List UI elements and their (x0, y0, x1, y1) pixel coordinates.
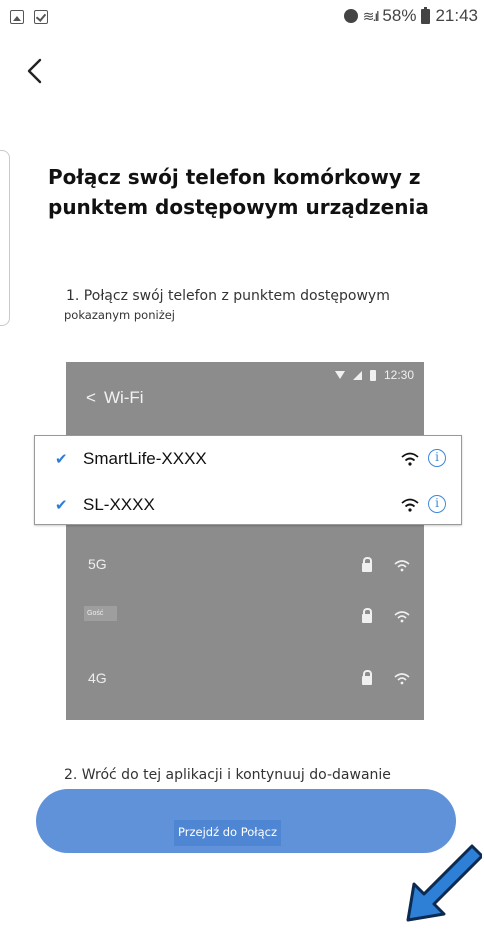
go-to-connect-label: Przejdź do Połącz (174, 820, 281, 846)
network-row: 5G (88, 556, 107, 572)
wifi-settings-illustration: 12:30 < Wi-Fi 5G Gość 4G (66, 362, 424, 720)
lock-icon (362, 608, 372, 623)
wifi-signal-icon: ≋.ıl (362, 7, 380, 24)
lock-icon (362, 670, 372, 685)
lock-icon (362, 557, 372, 572)
wifi-status-icon (334, 371, 345, 379)
page-title: Połącz swój telefon komórkowy z punktem … (48, 165, 429, 219)
network-name: SL-XXXX (83, 495, 155, 514)
battery-icon (421, 6, 431, 24)
network-row: Gość (84, 606, 118, 621)
cell-signal-icon (352, 370, 362, 380)
image-icon (10, 10, 24, 24)
info-icon: i (428, 495, 446, 513)
wifi-icon (394, 560, 410, 572)
checkbox-icon (34, 10, 48, 24)
network-row: 4G (88, 670, 107, 686)
check-icon: ✔ (55, 451, 68, 468)
network-item-sl: ✔ SL-XXXX (55, 492, 155, 518)
back-button[interactable] (24, 54, 48, 88)
network-item-smartlife: ✔ SmartLife-XXXX (55, 446, 207, 472)
status-bar: ≋.ıl 58% 21:43 (0, 0, 484, 36)
clock: 21:43 (435, 6, 478, 25)
info-icon: i (428, 449, 446, 467)
illustration-time: 12:30 (383, 368, 414, 382)
network-name: SmartLife-XXXX (83, 449, 207, 468)
alarm-icon (343, 9, 358, 23)
wifi-icon (394, 673, 410, 685)
chevron-left-icon (27, 58, 42, 84)
battery-percent: 58% (382, 6, 417, 25)
wifi-icon (401, 498, 419, 512)
check-icon: ✔ (55, 497, 68, 514)
wifi-icon (401, 452, 419, 466)
back-arrow-icon: < (86, 388, 96, 407)
side-panel-edge (0, 150, 10, 326)
step-1-instruction: 1. Połącz swój telefon z punktem dostępo… (64, 287, 466, 325)
illustration-screen-title: < Wi-Fi (86, 388, 144, 407)
step-1-subtext: pokazanym poniżej (64, 308, 176, 322)
highlighted-networks-card: ✔ SmartLife-XXXX i ✔ SL-XXXX i (34, 435, 462, 525)
pointer-arrow-icon (406, 844, 482, 922)
step-1-text: 1. Połącz swój telefon z punktem dostępo… (66, 288, 390, 304)
illustration-status-bar: 12:30 (334, 368, 414, 382)
wifi-icon (394, 611, 410, 623)
battery-icon (369, 369, 376, 381)
